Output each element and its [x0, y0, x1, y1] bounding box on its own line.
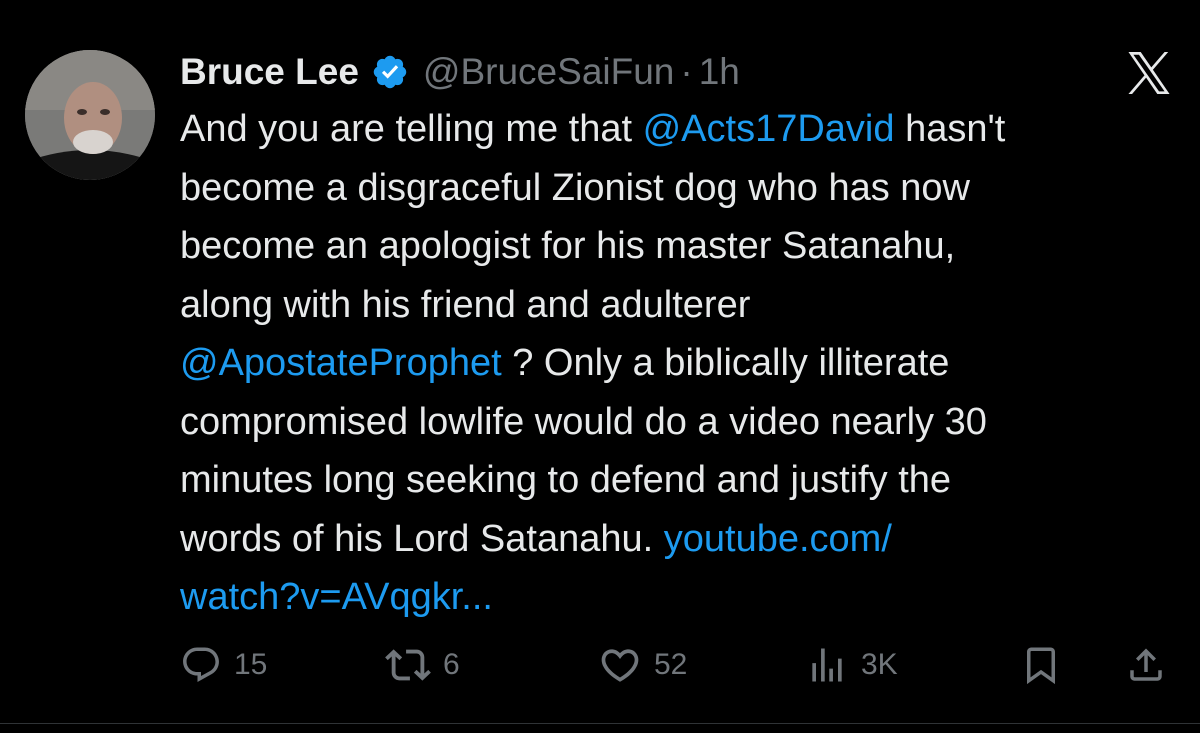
tweet-text-line: And you are telling me that @Acts17David…	[180, 100, 1180, 159]
reply-count: 15	[234, 648, 268, 681]
bookmark-icon	[1020, 644, 1062, 686]
tweet-text-segment: become an apologist for his master Satan…	[180, 225, 956, 267]
tweet-text-line: watch?v=AVqgkr...	[180, 568, 1180, 627]
timestamp[interactable]: 1h	[699, 51, 740, 93]
reply-icon	[180, 644, 222, 686]
verified-badge-icon	[371, 53, 409, 91]
views-button[interactable]: 3K	[805, 640, 898, 690]
tweet-header: Bruce Lee @BruceSaiFun · 1h	[180, 48, 740, 96]
retweet-button[interactable]: 6	[385, 640, 460, 690]
url-link[interactable]: youtube.com/	[664, 518, 892, 560]
heart-icon	[598, 643, 642, 687]
mention-link[interactable]: @Acts17David	[643, 108, 895, 150]
tweet-text-segment: become a disgraceful Zionist dog who has…	[180, 166, 971, 209]
tweet-text-segment: compromised lowlife would do a video nea…	[180, 400, 987, 443]
tweet-text-line: along with his friend and adulterer	[180, 276, 1180, 335]
tweet-text-segment: And you are telling me that	[180, 108, 643, 150]
tweet-text-line: become an apologist for his master Satan…	[180, 217, 1180, 276]
tweet-text-line: compromised lowlife would do a video nea…	[180, 393, 1180, 452]
tweet-text-segment: minutes long seeking to defend and justi…	[180, 459, 952, 501]
separator-dot: ·	[680, 51, 693, 92]
retweet-icon	[385, 642, 431, 688]
tweet-text-line: @ApostateProphet ? Only a biblically ill…	[180, 334, 1180, 393]
views-icon	[805, 643, 849, 687]
avatar[interactable]	[25, 50, 155, 180]
url-link[interactable]: watch?v=AVqgkr...	[180, 576, 493, 618]
mention-link[interactable]: @ApostateProphet	[180, 342, 502, 384]
bookmark-button[interactable]	[1020, 640, 1062, 690]
views-count: 3K	[861, 648, 898, 681]
like-button[interactable]: 52	[598, 640, 687, 690]
share-button[interactable]	[1125, 640, 1167, 690]
retweet-count: 6	[443, 648, 460, 681]
divider	[0, 723, 1200, 724]
tweet-text-line: minutes long seeking to defend and justi…	[180, 451, 1180, 510]
tweet-text-line: words of his Lord Satanahu. youtube.com/	[180, 510, 1180, 569]
author-handle[interactable]: @BruceSaiFun	[423, 51, 674, 93]
tweet-text-segment: hasn't	[894, 108, 1006, 150]
reply-button[interactable]: 15	[180, 640, 267, 690]
action-bar: 15 6 52 3K	[0, 640, 1200, 690]
tweet-text: And you are telling me that @Acts17David…	[180, 100, 1180, 627]
author-name[interactable]: Bruce Lee	[180, 51, 359, 93]
tweet-text-segment: along with his friend and adulterer	[180, 283, 751, 326]
tweet-text-segment: words of his Lord Satanahu.	[180, 517, 664, 560]
like-count: 52	[654, 648, 688, 681]
tweet-text-line: become a disgraceful Zionist dog who has…	[180, 159, 1180, 218]
share-icon	[1125, 644, 1167, 686]
x-logo-icon[interactable]	[1126, 52, 1172, 94]
tweet-text-segment: ? Only a biblically illiterate	[501, 342, 950, 384]
